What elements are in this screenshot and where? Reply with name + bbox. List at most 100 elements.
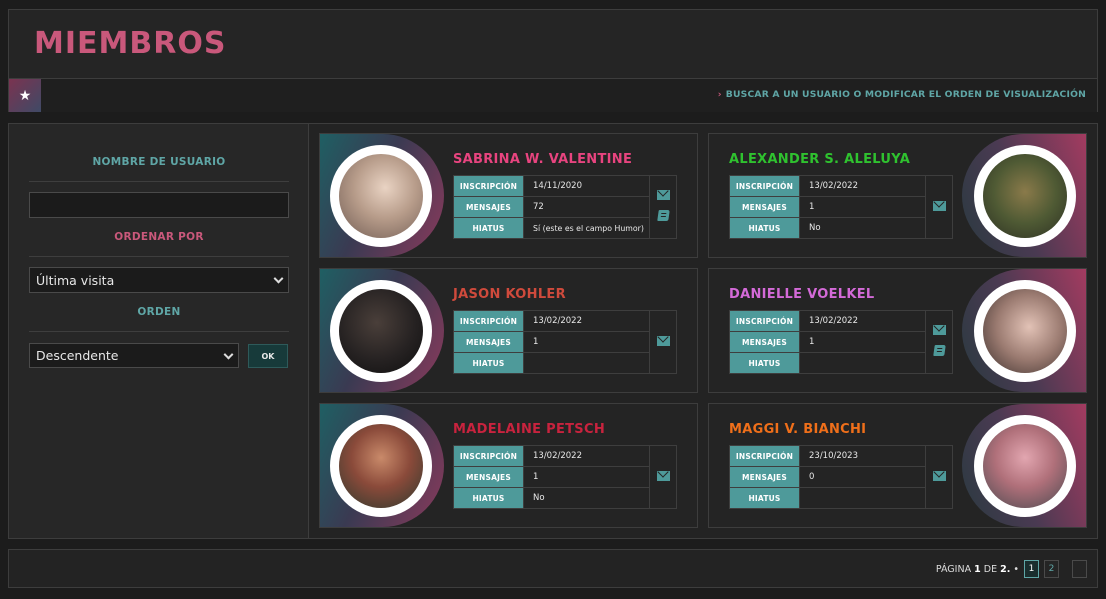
envelope-icon[interactable] bbox=[656, 470, 670, 481]
star-icon[interactable]: ★ bbox=[9, 79, 41, 112]
member-name[interactable]: DANIELLE VOELKEL bbox=[729, 287, 875, 302]
chevron-down-icon bbox=[273, 273, 284, 284]
field-value: No bbox=[799, 217, 926, 239]
chevron-down-icon bbox=[223, 349, 234, 360]
field-value: 14/11/2020 bbox=[523, 175, 650, 197]
member-actions bbox=[649, 445, 677, 509]
field-label: MENSAJES bbox=[729, 196, 800, 218]
field-value: 1 bbox=[799, 196, 926, 218]
page-current: 1 bbox=[974, 563, 981, 575]
field-value bbox=[523, 352, 650, 374]
member-card: MAGGI V. BIANCHI INSCRIPCIÓN 23/10/2023 … bbox=[708, 403, 1087, 528]
field-label: MENSAJES bbox=[453, 331, 524, 353]
search-options-label: BUSCAR A UN USUARIO O MODIFICAR EL ORDEN… bbox=[725, 89, 1086, 100]
field-value: 1 bbox=[799, 331, 926, 353]
page-of: DE bbox=[983, 563, 998, 575]
username-input[interactable] bbox=[29, 192, 289, 218]
member-info-table: INSCRIPCIÓN 14/11/2020 MENSAJES 72 HIATU… bbox=[453, 175, 677, 239]
envelope-icon[interactable] bbox=[932, 325, 946, 335]
field-value bbox=[799, 352, 926, 374]
members-panel: NOMBRE DE USUARIO ORDENAR POR Última vis… bbox=[8, 123, 1098, 539]
book-icon[interactable] bbox=[656, 210, 670, 221]
member-card: JASON KOHLER INSCRIPCIÓN 13/02/2022 MENS… bbox=[319, 268, 698, 393]
field-value: 13/02/2022 bbox=[799, 310, 926, 332]
avatar-backdrop bbox=[320, 404, 444, 527]
field-value: 13/02/2022 bbox=[523, 310, 650, 332]
field-label: MENSAJES bbox=[453, 196, 524, 218]
avatar[interactable] bbox=[974, 280, 1076, 382]
member-info-table: INSCRIPCIÓN 13/02/2022 MENSAJES 1 HIATUS bbox=[453, 310, 677, 374]
member-info-table: INSCRIPCIÓN 13/02/2022 MENSAJES 1 HIATUS… bbox=[453, 445, 677, 509]
member-name[interactable]: JASON KOHLER bbox=[453, 287, 566, 302]
field-value: 1 bbox=[523, 466, 650, 488]
member-info-table: INSCRIPCIÓN 23/10/2023 MENSAJES 0 HIATUS bbox=[729, 445, 953, 509]
page-link-2[interactable]: 2 bbox=[1044, 560, 1059, 578]
field-value: 1 bbox=[523, 331, 650, 353]
page-prefix: PÁGINA bbox=[935, 563, 972, 575]
member-info-table: INSCRIPCIÓN 13/02/2022 MENSAJES 1 HIATUS bbox=[729, 310, 953, 374]
field-value: 23/10/2023 bbox=[799, 445, 926, 467]
member-card: ALEXANDER S. ALELUYA INSCRIPCIÓN 13/02/2… bbox=[708, 133, 1087, 258]
field-label: HIATUS bbox=[453, 352, 524, 374]
avatar-backdrop bbox=[962, 269, 1086, 392]
envelope-icon[interactable] bbox=[656, 190, 670, 200]
ok-button[interactable]: OK bbox=[248, 344, 288, 368]
divider bbox=[29, 181, 289, 182]
field-value: 72 bbox=[523, 196, 650, 218]
field-value: 13/02/2022 bbox=[799, 175, 926, 197]
member-info-table: INSCRIPCIÓN 13/02/2022 MENSAJES 1 HIATUS… bbox=[729, 175, 953, 239]
member-card: SABRINA W. VALENTINE INSCRIPCIÓN 14/11/2… bbox=[319, 133, 698, 258]
pagination: PÁGINA 1 DE 2. • 1 2 bbox=[936, 560, 1087, 578]
field-label: MENSAJES bbox=[453, 466, 524, 488]
member-card: MADELAINE PETSCH INSCRIPCIÓN 13/02/2022 … bbox=[319, 403, 698, 528]
chevron-right-icon: › bbox=[717, 89, 722, 100]
member-name[interactable]: ALEXANDER S. ALELUYA bbox=[729, 152, 910, 167]
avatar-backdrop bbox=[962, 404, 1086, 527]
envelope-icon[interactable] bbox=[932, 200, 946, 211]
field-value: No bbox=[523, 487, 650, 509]
field-label: INSCRIPCIÓN bbox=[729, 445, 800, 467]
field-label: INSCRIPCIÓN bbox=[453, 445, 524, 467]
field-value: 13/02/2022 bbox=[523, 445, 650, 467]
order-by-label: ORDENAR POR bbox=[114, 231, 204, 243]
member-name[interactable]: SABRINA W. VALENTINE bbox=[453, 152, 632, 167]
page-link-1[interactable]: 1 bbox=[1024, 560, 1039, 578]
field-label: INSCRIPCIÓN bbox=[729, 310, 800, 332]
avatar[interactable] bbox=[974, 415, 1076, 517]
divider bbox=[29, 331, 289, 332]
member-name[interactable]: MADELAINE PETSCH bbox=[453, 422, 605, 437]
page-indicator: PÁGINA 1 DE 2. • bbox=[936, 564, 1019, 575]
envelope-icon[interactable] bbox=[932, 470, 946, 481]
avatar-backdrop bbox=[962, 134, 1086, 257]
order-by-select[interactable]: Última visita bbox=[29, 267, 289, 293]
filter-sidebar: NOMBRE DE USUARIO ORDENAR POR Última vis… bbox=[9, 124, 309, 538]
field-value bbox=[799, 487, 926, 509]
avatar[interactable] bbox=[330, 415, 432, 517]
avatar[interactable] bbox=[974, 145, 1076, 247]
book-icon[interactable] bbox=[932, 345, 946, 356]
avatar[interactable] bbox=[330, 280, 432, 382]
field-label: HIATUS bbox=[453, 217, 524, 239]
order-by-value: Última visita bbox=[36, 272, 115, 288]
next-page-button[interactable] bbox=[1072, 560, 1087, 578]
pagination-bar: PÁGINA 1 DE 2. • 1 2 bbox=[8, 549, 1098, 588]
page-title: MIEMBROS bbox=[34, 26, 227, 61]
member-actions bbox=[925, 310, 953, 374]
member-name[interactable]: MAGGI V. BIANCHI bbox=[729, 422, 866, 437]
divider bbox=[29, 256, 289, 257]
field-label: HIATUS bbox=[453, 487, 524, 509]
field-label: MENSAJES bbox=[729, 466, 800, 488]
page-header: MIEMBROS ★ › BUSCAR A UN USUARIO O MODIFI… bbox=[8, 9, 1098, 112]
avatar-backdrop bbox=[320, 134, 444, 257]
member-actions bbox=[925, 445, 953, 509]
field-label: HIATUS bbox=[729, 217, 800, 239]
field-label: INSCRIPCIÓN bbox=[729, 175, 800, 197]
member-actions bbox=[925, 175, 953, 239]
member-actions bbox=[649, 310, 677, 374]
search-options-link[interactable]: › BUSCAR A UN USUARIO O MODIFICAR EL ORDE… bbox=[718, 89, 1086, 100]
page-total: 2. bbox=[1000, 563, 1011, 575]
order-select[interactable]: Descendente bbox=[29, 343, 239, 368]
avatar[interactable] bbox=[330, 145, 432, 247]
avatar-backdrop bbox=[320, 269, 444, 392]
envelope-icon[interactable] bbox=[656, 335, 670, 346]
